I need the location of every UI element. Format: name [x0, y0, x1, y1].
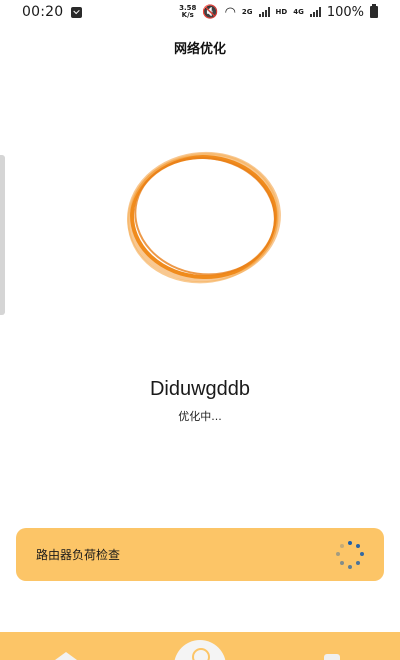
page-title: 网络优化	[173, 42, 226, 57]
nav-home-icon[interactable]	[55, 650, 77, 660]
nav-center-button[interactable]	[174, 640, 226, 660]
bottom-nav-bar	[0, 632, 400, 660]
signal-icon-2	[309, 7, 321, 17]
optimization-status: 优化中...	[178, 410, 222, 423]
battery-icon	[370, 4, 378, 18]
network-hd-label: HD	[275, 8, 288, 16]
battery-percent: 100%	[326, 4, 364, 20]
nav-tools-icon[interactable]	[322, 650, 344, 660]
optimization-ring	[120, 145, 288, 289]
network-speed-unit: K/s	[181, 11, 194, 19]
status-bar: 00:20 3.58 K/s 🔇 ◠ 2G HD 4G 100%	[0, 0, 400, 24]
edge-scroll-handle[interactable]	[0, 155, 5, 315]
device-name: Diduwgddb	[149, 378, 251, 400]
status-time: 00:20	[22, 4, 64, 20]
signal-icon	[258, 7, 270, 17]
task-label: 路由器负荷检查	[36, 548, 121, 562]
wifi-icon: ◠	[224, 4, 236, 20]
loading-spinner-icon	[336, 540, 364, 569]
network-2g-label: 2G	[241, 8, 253, 16]
mute-icon: 🔇	[202, 4, 219, 20]
task-card: 路由器负荷检查	[16, 528, 384, 581]
network-4g-label: 4G	[293, 8, 304, 16]
notification-check-icon	[71, 6, 83, 18]
ring-icon	[127, 151, 281, 284]
network-speed: 3.58 K/s	[179, 5, 196, 19]
